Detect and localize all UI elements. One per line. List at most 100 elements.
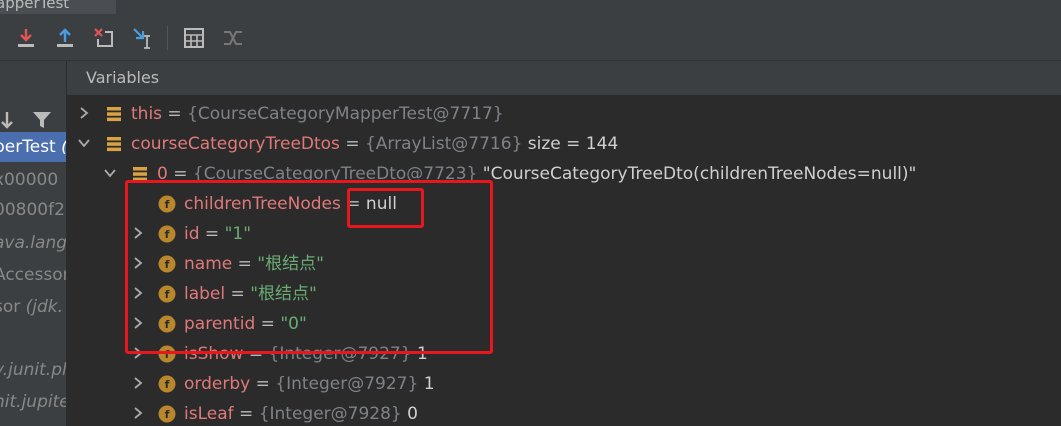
- object-icon: [105, 135, 123, 153]
- svg-text:f: f: [165, 198, 170, 211]
- variable-string-value: "1": [224, 224, 252, 244]
- drop-frame-icon: [94, 28, 113, 47]
- variable-equals: =: [243, 344, 269, 364]
- field-icon: f: [158, 345, 176, 363]
- editor-tab-strip: apperTest: [0, 0, 1061, 16]
- drop-frame-button[interactable]: [92, 26, 116, 50]
- stack-frame[interactable]: 00800f2: [0, 195, 66, 225]
- variables-title: Variables: [86, 68, 160, 87]
- stack-frame-location: (jdk.: [25, 297, 64, 317]
- variable-text: id = "1": [184, 223, 251, 245]
- variable-equals: =: [255, 314, 281, 334]
- stack-frame-location: (c: [56, 137, 66, 157]
- object-icon: [105, 105, 123, 123]
- variable-row[interactable]: f childrenTreeNodes = null: [67, 189, 1061, 219]
- sort-down-button[interactable]: [0, 109, 18, 131]
- stack-frame-location: ava.lang.: [0, 233, 67, 253]
- svg-text:f: f: [165, 408, 170, 421]
- stack-frame[interactable]: [0, 323, 66, 353]
- variable-row[interactable]: f parentid = "0": [67, 309, 1061, 339]
- stack-frame[interactable]: ava.lang.: [0, 228, 66, 258]
- expand-chevron-icon[interactable]: [131, 346, 145, 360]
- expand-chevron-icon[interactable]: [131, 286, 145, 300]
- object-icon: [131, 165, 149, 183]
- svg-text:f: f: [165, 348, 170, 361]
- variables-header: Variables: [67, 61, 1061, 95]
- variable-equals: =: [199, 224, 225, 244]
- collapse-chevron-icon[interactable]: [77, 136, 91, 150]
- variable-text: 0 = {CourseCategoryTreeDto@7723} "Course…: [157, 163, 916, 185]
- step-out-button[interactable]: [53, 26, 77, 50]
- stack-frame-text: sor: [0, 297, 21, 317]
- variable-reference: {Integer@7927}: [268, 344, 417, 364]
- variable-row[interactable]: this = {CourseCategoryMapperTest@7717}: [67, 99, 1061, 129]
- variable-text: isShow = {Integer@7927} 1: [184, 343, 428, 365]
- stack-frame-label: perTest (c: [0, 132, 66, 162]
- stack-frame[interactable]: perTest (c: [0, 132, 66, 162]
- stack-frame-label: nit.jupite: [0, 387, 67, 417]
- variable-text: label = "根结点": [184, 283, 317, 305]
- variable-name: this: [131, 104, 163, 124]
- variable-row[interactable]: courseCategoryTreeDtos = {ArrayList@7716…: [67, 129, 1061, 159]
- trace-stream-button[interactable]: [221, 26, 245, 50]
- variable-value: 1: [423, 374, 435, 394]
- variable-row[interactable]: f orderby = {Integer@7927} 1: [67, 369, 1061, 399]
- variable-value: null: [365, 194, 397, 214]
- collapse-chevron-icon[interactable]: [103, 166, 117, 180]
- calculator-icon: [184, 28, 204, 48]
- variable-equals: =: [339, 134, 365, 154]
- variable-text: parentid = "0": [184, 313, 307, 335]
- toolbar-separator: [167, 26, 168, 50]
- variable-text: childrenTreeNodes = null: [184, 193, 397, 215]
- variable-string-value: "根结点": [257, 254, 324, 274]
- expand-chevron-icon[interactable]: [131, 316, 145, 330]
- stack-frame[interactable]: x00000: [0, 165, 66, 195]
- run-to-cursor-icon: [133, 28, 150, 49]
- expand-chevron-icon[interactable]: [131, 256, 145, 270]
- filter-button[interactable]: [31, 109, 53, 131]
- svg-text:f: f: [165, 378, 170, 391]
- variable-value: "CourseCategoryTreeDto(childrenTreeNodes…: [482, 164, 917, 184]
- variable-equals: =: [162, 104, 188, 124]
- stack-frame[interactable]: Accessor: [0, 260, 66, 290]
- stack-frame-text: perTest: [0, 137, 56, 157]
- expand-chevron-icon[interactable]: [131, 406, 145, 420]
- field-icon: f: [158, 405, 176, 423]
- variable-row[interactable]: 0 = {CourseCategoryTreeDto@7723} "Course…: [67, 159, 1061, 189]
- arrow-down-icon: [1, 112, 13, 129]
- variable-equals: =: [233, 404, 259, 424]
- field-icon: f: [158, 315, 176, 333]
- stack-frame-label: Accessor: [0, 260, 66, 290]
- variable-row[interactable]: f name = "根结点": [67, 249, 1061, 279]
- run-to-cursor-button[interactable]: [131, 26, 155, 50]
- step-into-button[interactable]: [14, 26, 38, 50]
- stack-frame-label: y.junit.pl: [0, 355, 67, 385]
- expand-chevron-icon[interactable]: [131, 376, 145, 390]
- variable-value: size = 144: [527, 134, 619, 154]
- stack-frame-location: y.junit.pl: [0, 360, 67, 380]
- variable-reference: {CourseCategoryTreeDto@7723}: [192, 164, 483, 184]
- expand-chevron-icon[interactable]: [77, 106, 91, 120]
- variable-name: isLeaf: [184, 404, 234, 424]
- stack-frame-label: x00000: [0, 165, 58, 195]
- stream-trace-icon: [224, 31, 242, 45]
- svg-text:f: f: [165, 228, 170, 241]
- variable-string-value: "根结点": [250, 284, 317, 304]
- stack-frame-location: nit.jupite: [0, 392, 67, 412]
- variable-row[interactable]: f id = "1": [67, 219, 1061, 249]
- variable-row[interactable]: f label = "根结点": [67, 279, 1061, 309]
- variable-equals: =: [167, 164, 193, 184]
- filter-icon: [33, 112, 51, 128]
- evaluate-expression-button[interactable]: [182, 26, 206, 50]
- stack-frame[interactable]: y.junit.pl: [0, 355, 66, 385]
- field-icon: f: [158, 285, 176, 303]
- variable-equals: =: [340, 194, 366, 214]
- variable-row[interactable]: f isShow = {Integer@7927} 1: [67, 339, 1061, 369]
- variable-text: this = {CourseCategoryMapperTest@7717}: [131, 103, 504, 125]
- expand-chevron-icon[interactable]: [131, 226, 145, 240]
- stack-frame-label: 00800f2: [0, 195, 65, 225]
- stack-frame[interactable]: nit.jupite: [0, 387, 66, 417]
- variable-name: 0: [157, 164, 168, 184]
- variable-row[interactable]: f isLeaf = {Integer@7928} 0: [67, 399, 1061, 426]
- stack-frame[interactable]: sor (jdk.: [0, 292, 66, 322]
